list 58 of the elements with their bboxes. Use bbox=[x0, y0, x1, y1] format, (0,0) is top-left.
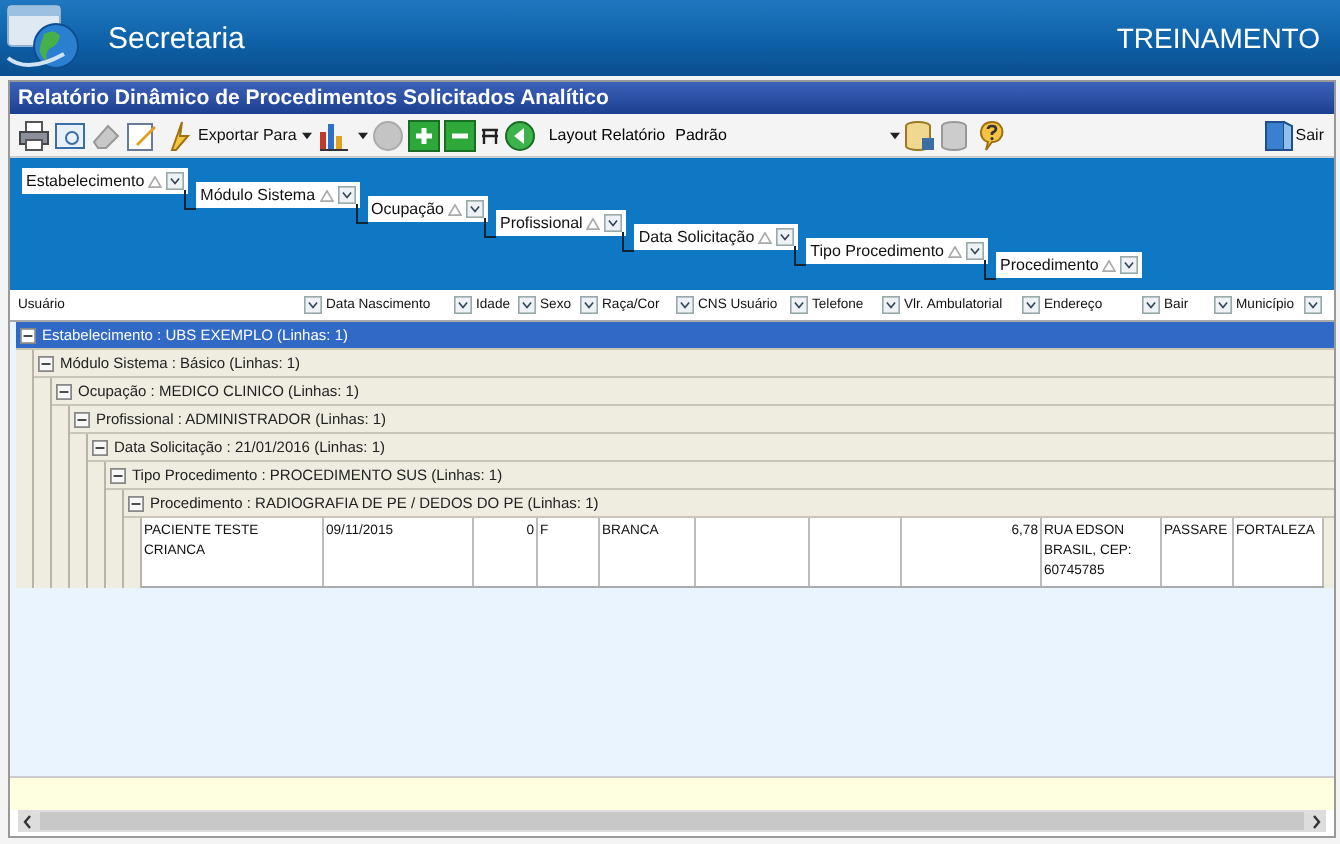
layout-label: Layout Relatório bbox=[548, 126, 666, 144]
collapse-icon[interactable] bbox=[110, 467, 126, 483]
export-button[interactable]: Exportar Para bbox=[162, 119, 315, 151]
group-chip[interactable]: Tipo Procedimento bbox=[806, 238, 989, 264]
dropdown-icon[interactable] bbox=[1142, 296, 1160, 314]
dropdown-icon[interactable] bbox=[1120, 256, 1139, 274]
dropdown-icon[interactable] bbox=[1304, 296, 1322, 314]
collapse-icon[interactable] bbox=[74, 411, 90, 427]
dropdown-icon[interactable] bbox=[337, 186, 356, 204]
group-chip[interactable]: Procedimento bbox=[996, 252, 1143, 278]
caret-icon bbox=[302, 131, 313, 139]
plus-icon[interactable] bbox=[408, 119, 441, 151]
help-icon[interactable] bbox=[975, 119, 1008, 151]
dropdown-icon[interactable] bbox=[1022, 296, 1040, 314]
printer-icon[interactable] bbox=[18, 119, 50, 151]
exit-button[interactable]: Sair bbox=[1259, 119, 1326, 151]
bar-chart-icon[interactable] bbox=[318, 119, 351, 151]
eraser-icon[interactable] bbox=[90, 119, 122, 151]
collapse-icon[interactable] bbox=[56, 383, 72, 399]
dropdown-icon[interactable] bbox=[1214, 296, 1232, 314]
layout-select[interactable]: Padrão bbox=[669, 126, 900, 144]
caret-icon[interactable] bbox=[358, 131, 369, 139]
group-chip[interactable]: Módulo Sistema bbox=[196, 182, 360, 208]
minus-icon[interactable] bbox=[444, 119, 477, 151]
dropdown-icon[interactable] bbox=[676, 296, 694, 314]
collapse-icon[interactable] bbox=[20, 327, 36, 343]
database-icon[interactable] bbox=[903, 119, 936, 151]
dropdown-icon[interactable] bbox=[604, 214, 623, 232]
collapse-icon[interactable] bbox=[128, 495, 144, 511]
scroll-right-icon[interactable] bbox=[1310, 813, 1322, 829]
dropdown-icon[interactable] bbox=[304, 296, 322, 314]
group-chip[interactable]: Data Solicitação bbox=[634, 224, 799, 250]
dropdown-icon[interactable] bbox=[966, 242, 985, 260]
preview-icon[interactable] bbox=[54, 119, 86, 151]
report-title: Relatório Dinâmico de Procedimentos Solicitados Analítico bbox=[10, 82, 1334, 114]
app-name: Secretaria bbox=[108, 21, 245, 55]
environment-label: TREINAMENTO bbox=[1116, 22, 1320, 54]
caret-icon bbox=[889, 131, 900, 139]
dropdown-icon[interactable] bbox=[882, 296, 900, 314]
dropdown-icon[interactable] bbox=[465, 200, 484, 218]
dropdown-icon[interactable] bbox=[580, 296, 598, 314]
scroll-left-icon[interactable] bbox=[22, 813, 34, 829]
globe-window-icon bbox=[4, 2, 84, 74]
group-chip[interactable]: Estabelecimento bbox=[22, 168, 189, 194]
group-chip[interactable]: Profissional bbox=[495, 210, 627, 236]
collapse-icon[interactable] bbox=[38, 355, 54, 371]
collapse-icon[interactable] bbox=[92, 439, 108, 455]
edit-icon[interactable] bbox=[126, 119, 158, 151]
dropdown-icon[interactable] bbox=[790, 296, 808, 314]
dropdown-icon[interactable] bbox=[454, 296, 472, 314]
back-icon[interactable] bbox=[504, 119, 537, 151]
dropdown-icon[interactable] bbox=[518, 296, 536, 314]
columns-icon[interactable] bbox=[480, 125, 501, 145]
door-icon bbox=[1261, 119, 1294, 151]
horizontal-scrollbar[interactable] bbox=[18, 810, 1326, 832]
dropdown-icon[interactable] bbox=[776, 228, 795, 246]
group-chip[interactable]: Ocupação bbox=[367, 196, 488, 222]
dropdown-icon[interactable] bbox=[166, 172, 185, 190]
